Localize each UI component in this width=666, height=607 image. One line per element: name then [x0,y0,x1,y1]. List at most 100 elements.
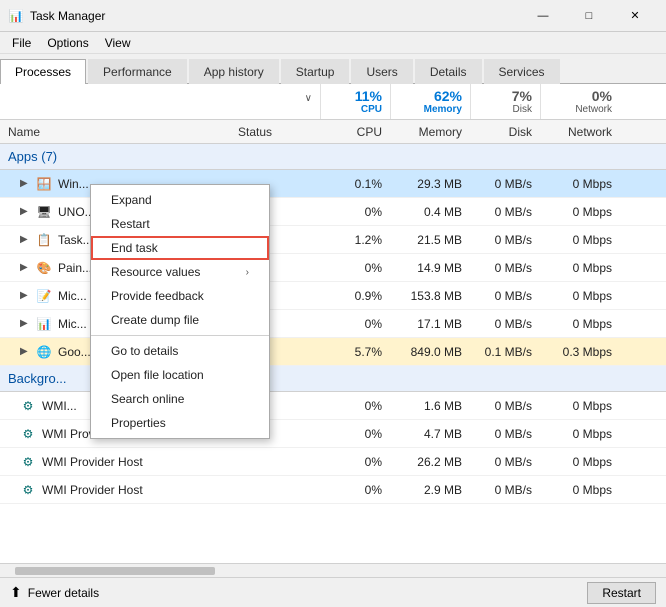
row-name: Win... [58,177,89,191]
row-disk: 0 MB/s [470,233,540,247]
ctx-expand[interactable]: Expand [91,188,269,212]
row-expand-arrow[interactable]: ▶ [20,234,30,245]
row-expand-arrow[interactable]: ▶ [20,346,30,357]
menubar: File Options View [0,32,666,54]
table-row[interactable]: ⚙ WMI Provider Host 0% 2.9 MB 0 MB/s 0 M… [0,476,666,504]
tab-performance[interactable]: Performance [88,59,187,84]
row-name: Task... [58,233,93,247]
row-name: WMI Provider Host [42,455,143,469]
row-cpu: 0% [320,483,390,497]
row-memory: 17.1 MB [390,317,470,331]
menu-view[interactable]: View [97,34,139,52]
row-network: 0 Mbps [540,177,620,191]
row-expand-arrow[interactable]: ▶ [20,318,30,329]
tab-startup[interactable]: Startup [281,59,350,84]
row-name: Goo... [58,345,91,359]
ctx-properties[interactable]: Properties [91,411,269,435]
ctx-create-dump[interactable]: Create dump file [91,308,269,332]
column-stats-header: ∨ 11% CPU 62% Memory 7% Disk 0% Network [0,84,666,120]
titlebar: 📊 Task Manager — □ ✕ [0,0,666,32]
horizontal-scrollbar[interactable] [0,563,666,577]
row-network: 0 Mbps [540,205,620,219]
table-row[interactable]: ⚙ WMI Provider Host 0% 26.2 MB 0 MB/s 0 … [0,448,666,476]
ctx-go-to-details[interactable]: Go to details [91,339,269,363]
row-network: 0 Mbps [540,261,620,275]
row-disk: 0 MB/s [470,399,540,413]
row-memory: 153.8 MB [390,289,470,303]
ctx-open-file-location[interactable]: Open file location [91,363,269,387]
tab-users[interactable]: Users [351,59,412,84]
bottom-bar: ⬆ Fewer details Restart [0,577,666,607]
row-memory: 21.5 MB [390,233,470,247]
row-expand-arrow[interactable]: ▶ [20,262,30,273]
row-cpu: 0% [320,399,390,413]
row-name: WMI Provider Host [42,483,143,497]
disk-stat-header: 7% Disk [470,84,540,119]
app-icon-excel: 📊 [36,316,52,332]
row-memory: 0.4 MB [390,205,470,219]
row-cpu: 0% [320,427,390,441]
row-cpu: 0% [320,455,390,469]
ctx-provide-feedback[interactable]: Provide feedback [91,284,269,308]
menu-options[interactable]: Options [39,34,96,52]
maximize-button[interactable]: □ [566,0,612,32]
app-icon-word: 📝 [36,288,52,304]
app-icon-wmi4: ⚙ [20,482,36,498]
hscroll-thumb[interactable] [15,567,215,575]
row-expand-arrow[interactable]: ▶ [20,290,30,301]
row-cpu: 0.9% [320,289,390,303]
cpu-stat-header: 11% CPU [320,84,390,119]
row-disk: 0 MB/s [470,427,540,441]
ctx-end-task[interactable]: End task [91,236,269,260]
tab-processes[interactable]: Processes [0,59,86,84]
row-memory: 14.9 MB [390,261,470,275]
row-network: 0 Mbps [540,427,620,441]
col-header-memory[interactable]: Memory [390,120,470,143]
row-network: 0 Mbps [540,399,620,413]
expand-arrow-icon[interactable]: ∨ [305,93,312,104]
row-memory: 849.0 MB [390,345,470,359]
row-cpu: 1.2% [320,233,390,247]
tab-services[interactable]: Services [484,59,560,84]
tab-details[interactable]: Details [415,59,482,84]
row-name: Mic... [58,289,87,303]
window-title: Task Manager [30,9,520,23]
ctx-search-online[interactable]: Search online [91,387,269,411]
app-icon-wmi3: ⚙ [20,454,36,470]
row-disk: 0 MB/s [470,483,540,497]
row-memory: 29.3 MB [390,177,470,191]
col-header-name[interactable]: Name [0,120,230,143]
row-disk: 0 MB/s [470,261,540,275]
row-cpu: 0% [320,205,390,219]
main-content: ∨ 11% CPU 62% Memory 7% Disk 0% Network … [0,84,666,563]
col-header-disk[interactable]: Disk [470,120,540,143]
menu-file[interactable]: File [4,34,39,52]
row-name-cell: ⚙ WMI Provider Host [0,482,230,498]
app-icon-win: 🪟 [36,176,52,192]
app-icon-uno: 🖥 [36,204,52,220]
row-network: 0 Mbps [540,455,620,469]
context-menu: Expand Restart End task Resource values … [90,184,270,439]
col-header-network[interactable]: Network [540,120,620,143]
memory-stat-header: 62% Memory [390,84,470,119]
ctx-restart[interactable]: Restart [91,212,269,236]
row-expand-arrow[interactable]: ▶ [20,178,30,189]
row-cpu: 0% [320,261,390,275]
apps-section-header: Apps (7) [0,144,666,170]
row-disk: 0 MB/s [470,289,540,303]
row-expand-arrow[interactable]: ▶ [20,206,30,217]
row-disk: 0 MB/s [470,177,540,191]
row-memory: 2.9 MB [390,483,470,497]
row-network: 0.3 Mbps [540,345,620,359]
minimize-button[interactable]: — [520,0,566,32]
ctx-resource-values[interactable]: Resource values › [91,260,269,284]
row-network: 0 Mbps [540,317,620,331]
column-names-header: Name Status CPU Memory Disk Network [0,120,666,144]
tab-app-history[interactable]: App history [189,59,279,84]
tabs: Processes Performance App history Startu… [0,54,666,84]
row-name-cell: ⚙ WMI Provider Host [0,454,230,470]
close-button[interactable]: ✕ [612,0,658,32]
col-header-cpu[interactable]: CPU [320,120,390,143]
apps-section-title: Apps (7) [0,149,230,164]
col-header-status[interactable]: Status [230,120,320,143]
